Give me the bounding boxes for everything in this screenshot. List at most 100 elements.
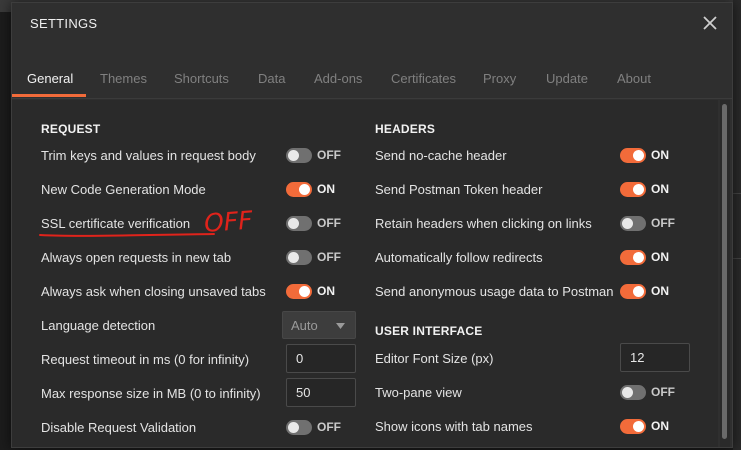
tab-themes[interactable]: Themes: [100, 71, 147, 86]
max-response-size-input[interactable]: [286, 378, 356, 407]
toggle-new-codegen[interactable]: ON: [286, 181, 335, 197]
toggle-track: [286, 283, 312, 299]
setting-label-trim-keys: Trim keys and values in request body: [41, 148, 256, 163]
content-scrollbar[interactable]: [720, 100, 730, 447]
toggle-track: [620, 215, 646, 231]
tab-shortcuts[interactable]: Shortcuts: [174, 71, 229, 86]
setting-label-request-timeout: Request timeout in ms (0 for infinity): [41, 352, 250, 367]
tab-general[interactable]: General: [27, 71, 73, 86]
toggle-ask-unsaved[interactable]: ON: [286, 283, 335, 299]
request-timeout-input[interactable]: [286, 344, 356, 373]
close-icon: [703, 16, 717, 30]
toggle-state-label: ON: [651, 148, 669, 162]
select-value: Auto: [291, 318, 318, 333]
setting-label-font-size: Editor Font Size (px): [375, 351, 494, 366]
setting-label-max-response-size: Max response size in MB (0 to infinity): [41, 386, 261, 401]
toggle-track: [620, 147, 646, 163]
toggle-state-label: OFF: [317, 148, 341, 162]
toggle-knob: [633, 149, 644, 161]
toggle-postman-token[interactable]: ON: [620, 181, 669, 197]
setting-label-no-cache: Send no-cache header: [375, 148, 507, 163]
settings-modal: SETTINGS General Themes Shortcuts Data A…: [11, 2, 733, 448]
setting-label-follow-redirects: Automatically follow redirects: [375, 250, 543, 265]
toggle-track: [286, 419, 312, 435]
setting-label-ask-unsaved: Always ask when closing unsaved tabs: [41, 284, 266, 299]
modal-title: SETTINGS: [30, 16, 98, 31]
toggle-knob: [633, 251, 644, 263]
toggle-state-label: ON: [317, 284, 335, 298]
toggle-track: [286, 249, 312, 265]
toggle-knob: [622, 386, 633, 398]
setting-label-tab-icons: Show icons with tab names: [375, 419, 533, 434]
toggle-state-label: ON: [651, 419, 669, 433]
tab-certificates[interactable]: Certificates: [391, 71, 456, 86]
toggle-state-label: OFF: [651, 216, 675, 230]
tab-add-ons[interactable]: Add-ons: [314, 71, 362, 86]
toggle-knob: [288, 251, 299, 263]
toggle-tab-icons[interactable]: ON: [620, 418, 669, 434]
toggle-track: [620, 181, 646, 197]
toggle-state-label: OFF: [317, 216, 341, 230]
toggle-state-label: ON: [651, 284, 669, 298]
toggle-knob: [288, 421, 299, 433]
toggle-follow-redirects[interactable]: ON: [620, 249, 669, 265]
setting-label-open-new-tab: Always open requests in new tab: [41, 250, 232, 265]
toggle-state-label: OFF: [651, 385, 675, 399]
toggle-track: [286, 147, 312, 163]
svg-text:OFF: OFF: [203, 206, 254, 236]
modal-header: SETTINGS: [12, 3, 732, 47]
toggle-knob: [633, 183, 644, 195]
toggle-ssl-verification[interactable]: OFF: [286, 215, 341, 231]
language-detection-select[interactable]: Auto: [282, 311, 356, 339]
handwritten-off-annotation: OFF: [203, 206, 254, 236]
chevron-down-icon: [336, 323, 345, 329]
toggle-knob: [299, 285, 310, 297]
setting-label-language-detection: Language detection: [41, 318, 156, 333]
toggle-state-label: ON: [651, 250, 669, 264]
app-backdrop-edge: [733, 0, 741, 450]
scrollbar-thumb[interactable]: [722, 104, 727, 439]
toggle-track: [620, 249, 646, 265]
toggle-open-new-tab[interactable]: OFF: [286, 249, 341, 265]
toggle-track: [286, 181, 312, 197]
section-title-request: REQUEST: [41, 122, 101, 136]
toggle-track: [620, 283, 646, 299]
toggle-knob: [622, 217, 633, 229]
settings-tabs: General Themes Shortcuts Data Add-ons Ce…: [12, 65, 732, 99]
toggle-knob: [288, 217, 299, 229]
toggle-track: [620, 418, 646, 434]
toggle-disable-validation[interactable]: OFF: [286, 419, 341, 435]
tab-update[interactable]: Update: [546, 71, 588, 86]
setting-label-two-pane: Two-pane view: [375, 385, 462, 400]
close-button[interactable]: [700, 12, 720, 34]
section-title-headers: HEADERS: [375, 122, 436, 136]
section-title-user-interface: USER INTERFACE: [375, 324, 483, 338]
toggle-knob: [633, 420, 644, 432]
red-underline-annotation: [39, 233, 215, 237]
tab-proxy[interactable]: Proxy: [483, 71, 516, 86]
active-tab-indicator: [12, 94, 86, 97]
toggle-knob: [288, 149, 299, 161]
settings-content: REQUEST Trim keys and values in request …: [12, 100, 718, 447]
setting-label-new-codegen: New Code Generation Mode: [41, 182, 206, 197]
toggle-retain-headers[interactable]: OFF: [620, 215, 675, 231]
toggle-track: [620, 384, 646, 400]
toggle-two-pane[interactable]: OFF: [620, 384, 675, 400]
setting-label-disable-validation: Disable Request Validation: [41, 420, 197, 435]
setting-label-postman-token: Send Postman Token header: [375, 182, 543, 197]
setting-label-usage-data: Send anonymous usage data to Postman: [375, 284, 614, 299]
toggle-knob: [633, 285, 644, 297]
toggle-trim-keys[interactable]: OFF: [286, 147, 341, 163]
tab-about[interactable]: About: [617, 71, 651, 86]
toggle-no-cache[interactable]: ON: [620, 147, 669, 163]
tab-data[interactable]: Data: [258, 71, 285, 86]
setting-label-retain-headers: Retain headers when clicking on links: [375, 216, 592, 231]
toggle-state-label: ON: [651, 182, 669, 196]
toggle-track: [286, 215, 312, 231]
toggle-state-label: OFF: [317, 420, 341, 434]
toggle-state-label: ON: [317, 182, 335, 196]
font-size-input[interactable]: [620, 343, 690, 372]
setting-label-ssl-verification: SSL certificate verification: [41, 216, 191, 231]
toggle-knob: [299, 183, 310, 195]
toggle-usage-data[interactable]: ON: [620, 283, 669, 299]
